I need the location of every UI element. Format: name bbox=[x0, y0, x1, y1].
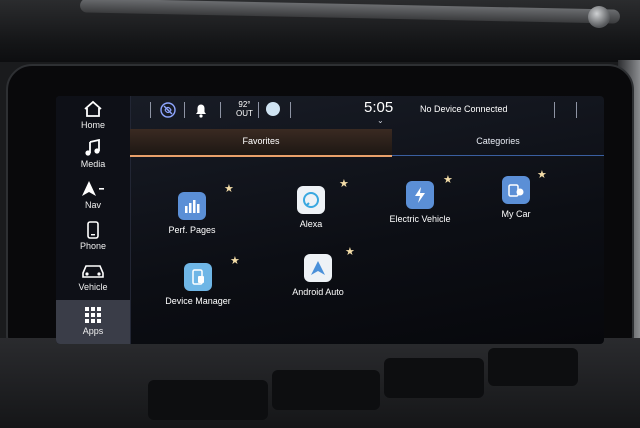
sidebar-item-nav[interactable]: Nav bbox=[56, 180, 130, 210]
temperature-label: OUT bbox=[236, 109, 253, 118]
status-divider bbox=[554, 102, 555, 118]
status-divider bbox=[290, 102, 291, 118]
car-icon bbox=[82, 265, 104, 278]
android-auto-icon bbox=[304, 254, 332, 282]
app-label: Alexa bbox=[299, 219, 323, 229]
app-label: Perf. Pages bbox=[168, 225, 216, 235]
bar-chart-icon bbox=[178, 192, 206, 220]
sidebar-item-label: Media bbox=[80, 159, 106, 169]
favorite-star-icon[interactable]: ★ bbox=[230, 254, 240, 267]
home-icon bbox=[84, 100, 102, 117]
sidebar: Home Media Nav Phone Vehicle Apps bbox=[56, 96, 131, 344]
gear-button-d[interactable] bbox=[488, 348, 578, 386]
music-note-icon bbox=[85, 139, 100, 156]
favorite-star-icon[interactable]: ★ bbox=[345, 245, 355, 258]
apps-grid-icon bbox=[85, 307, 101, 323]
device-manager-icon bbox=[184, 263, 212, 291]
sidebar-item-label: Apps bbox=[82, 326, 104, 336]
app-android-auto[interactable]: Android Auto bbox=[270, 254, 366, 297]
temperature-value: 92° bbox=[238, 100, 251, 109]
car-gauge-icon bbox=[502, 176, 530, 204]
lightning-icon bbox=[406, 181, 434, 209]
infotainment-screen: Home Media Nav Phone Vehicle Apps 92° OU… bbox=[56, 96, 604, 344]
sidebar-item-apps[interactable]: Apps bbox=[56, 300, 130, 344]
sidebar-item-phone[interactable]: Phone bbox=[56, 221, 130, 251]
navigation-arrow-icon bbox=[82, 181, 104, 196]
status-divider bbox=[184, 102, 185, 118]
app-alexa[interactable]: Alexa bbox=[263, 186, 359, 229]
sidebar-item-label: Nav bbox=[84, 200, 101, 210]
bell-icon[interactable] bbox=[194, 102, 208, 118]
device-status: No Device Connected bbox=[420, 104, 508, 114]
status-bar: 92° OUT 5:05 ⌄ No Device Connected bbox=[130, 96, 604, 126]
app-label: Device Manager bbox=[165, 296, 231, 306]
sidebar-item-media[interactable]: Media bbox=[56, 139, 130, 169]
gear-button-p[interactable] bbox=[148, 380, 268, 420]
app-perf-pages[interactable]: Perf. Pages bbox=[144, 192, 240, 235]
chevron-down-icon[interactable]: ⌄ bbox=[377, 116, 384, 125]
status-divider bbox=[150, 102, 151, 118]
clock: 5:05 bbox=[364, 99, 394, 116]
profile-avatar[interactable] bbox=[266, 102, 280, 116]
status-divider bbox=[258, 102, 259, 118]
app-my-car[interactable]: My Car bbox=[468, 176, 564, 219]
sidebar-item-label: Vehicle bbox=[78, 282, 108, 292]
dashboard-knob bbox=[588, 6, 610, 28]
favorite-star-icon[interactable]: ★ bbox=[224, 182, 234, 195]
favorite-star-icon[interactable]: ★ bbox=[443, 173, 453, 186]
app-device-manager[interactable]: Device Manager bbox=[150, 263, 246, 306]
tab-categories[interactable]: Categories bbox=[392, 129, 604, 156]
voice-muted-icon[interactable] bbox=[160, 102, 176, 118]
status-divider bbox=[576, 102, 577, 118]
sidebar-item-home[interactable]: Home bbox=[56, 100, 130, 130]
sidebar-item-vehicle[interactable]: Vehicle bbox=[56, 262, 130, 292]
app-label: My Car bbox=[501, 209, 531, 219]
sidebar-item-label: Home bbox=[80, 120, 105, 130]
favorite-star-icon[interactable]: ★ bbox=[537, 168, 547, 181]
status-divider bbox=[220, 102, 221, 118]
gear-button-n[interactable] bbox=[384, 358, 484, 398]
sidebar-item-label: Phone bbox=[79, 241, 107, 251]
app-label: Electric Vehicle bbox=[389, 214, 451, 224]
favorite-star-icon[interactable]: ★ bbox=[339, 177, 349, 190]
alexa-icon bbox=[297, 186, 325, 214]
gear-button-r[interactable] bbox=[272, 370, 380, 410]
app-tabs: Favorites Categories bbox=[130, 129, 604, 157]
app-electric-vehicle[interactable]: Electric Vehicle bbox=[372, 181, 468, 224]
phone-icon bbox=[87, 221, 99, 239]
tab-favorites[interactable]: Favorites bbox=[130, 129, 392, 157]
app-label: Android Auto bbox=[292, 287, 344, 297]
outside-temperature: 92° OUT bbox=[236, 100, 253, 118]
